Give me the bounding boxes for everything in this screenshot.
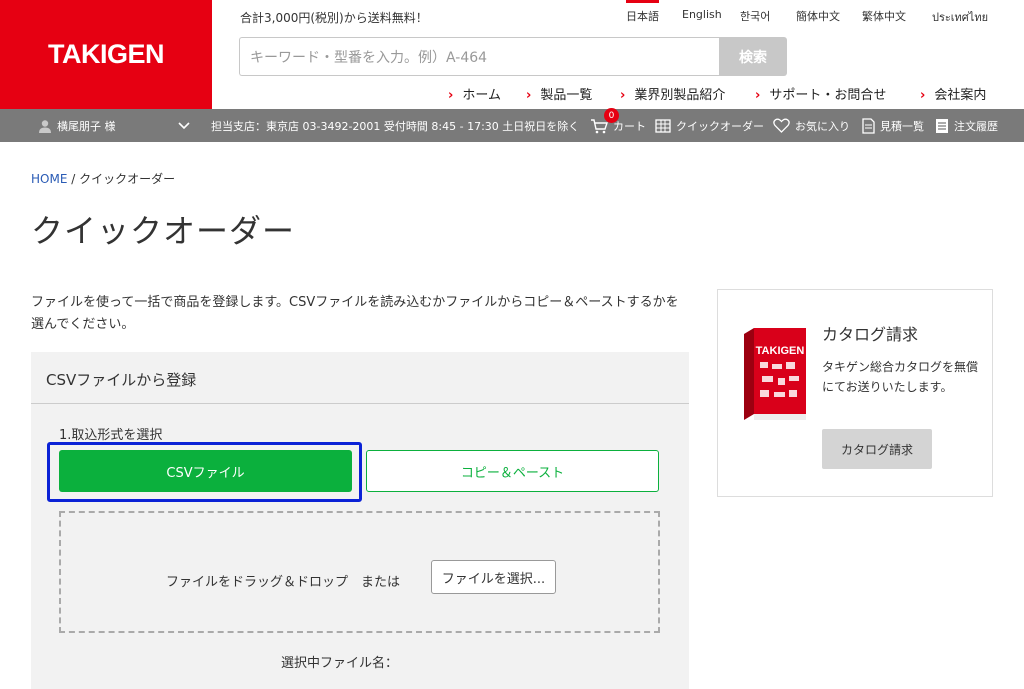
catalog-book-image: TAKIGEN <box>744 328 806 420</box>
nav-company[interactable]: › 会社案内 <box>920 84 986 103</box>
catalog-description: タキゲン総合カタログを無償にてお送りいたします。 <box>822 360 979 394</box>
lang-korean[interactable]: 한국어 <box>740 8 770 24</box>
catalog-request-card: TAKIGEN カタログ請求 タキゲン総合カタログを無償にてお送りいたします。 … <box>717 289 993 497</box>
nav-products-label: 製品一覧 <box>540 88 593 103</box>
nav-company-label: 会社案内 <box>934 88 987 103</box>
lang-traditional-chinese[interactable]: 繁体中文 <box>862 8 906 24</box>
breadcrumb: HOME / クイックオーダー <box>31 170 175 187</box>
nav-industries-label: 業界別製品紹介 <box>634 88 726 103</box>
search-input[interactable]: キーワード・型番を入力。例）A-464 <box>239 37 719 76</box>
grid-icon <box>655 118 671 133</box>
csv-panel-heading: CSVファイルから登録 <box>31 352 689 404</box>
search-button[interactable]: 検索 <box>719 37 787 76</box>
csv-import-panel: CSVファイルから登録 1.取込形式を選択 CSVファイル コピー＆ペースト フ… <box>31 352 689 689</box>
chevron-right-icon: › <box>755 88 761 103</box>
logo[interactable]: TAKIGEN <box>0 0 212 109</box>
logo-text: TAKIGEN <box>48 39 165 69</box>
free-shipping-notice: 合計3,000円(税別)から送料無料！ <box>240 11 428 25</box>
lang-english[interactable]: English <box>682 8 722 21</box>
choose-file-button[interactable]: ファイルを選択... <box>431 560 556 594</box>
search-bar: キーワード・型番を入力。例）A-464 検索 <box>239 37 787 76</box>
catalog-request-button[interactable]: カタログ請求 <box>822 429 932 469</box>
order-history-label: 注文履歴 <box>954 119 998 133</box>
catalog-book-brand: TAKIGEN <box>756 345 805 357</box>
chevron-right-icon: › <box>620 88 626 103</box>
cart-label: カート <box>613 119 646 133</box>
user-name: 横尾朋子 様 <box>57 119 116 133</box>
chevron-down-icon <box>178 121 190 129</box>
user-icon <box>39 119 51 133</box>
document-icon <box>862 117 875 134</box>
nav-home[interactable]: › ホーム <box>448 84 501 103</box>
quick-order-label: クイックオーダー <box>676 119 764 133</box>
cart-count-badge: 0 <box>604 108 619 123</box>
lang-thai[interactable]: ประเทศไทย <box>932 8 988 26</box>
chevron-right-icon: › <box>448 88 454 103</box>
user-menu[interactable]: 横尾朋子 様 <box>38 109 116 142</box>
estimates-label: 見積一覧 <box>880 119 924 133</box>
file-dropzone[interactable]: ファイルをドラッグ＆ドロップ または ファイルを選択... <box>59 511 660 633</box>
estimates-link[interactable]: 見積一覧 <box>862 109 924 142</box>
branch-info: 担当支店：東京店 03-3492-2001 受付時間 8:45 - 17:30 … <box>211 119 580 133</box>
user-bar: 横尾朋子 様 担当支店：東京店 03-3492-2001 受付時間 8:45 -… <box>0 109 1024 142</box>
lang-simplified-chinese[interactable]: 簡体中文 <box>796 8 840 24</box>
chevron-right-icon: › <box>920 88 926 103</box>
page-title: クイックオーダー <box>31 212 296 250</box>
receipt-icon <box>936 118 948 133</box>
order-history-link[interactable]: 注文履歴 <box>935 109 998 142</box>
heart-icon <box>773 118 790 133</box>
nav-industries[interactable]: › 業界別製品紹介 <box>620 84 725 103</box>
intro-text: ファイルを使って一括で商品を登録します。CSVファイルを読み込むかファイルからコ… <box>31 295 679 332</box>
csv-file-option-button[interactable]: CSVファイル <box>59 450 352 492</box>
selected-file-label: 選択中ファイル名： <box>281 656 399 671</box>
dropzone-text: ファイルをドラッグ＆ドロップ または <box>166 575 401 590</box>
lang-japanese[interactable]: 日本語 <box>626 0 659 24</box>
step-label: 1.取込形式を選択 <box>59 428 163 443</box>
catalog-title: カタログ請求 <box>822 325 919 344</box>
language-switcher: 日本語 English 한국어 簡体中文 繁体中文 ประเทศไทย <box>612 0 1024 30</box>
copy-paste-option-button[interactable]: コピー＆ペースト <box>366 450 659 492</box>
favorites-link[interactable]: お気に入り <box>773 109 850 142</box>
breadcrumb-home[interactable]: HOME <box>31 172 67 186</box>
nav-support-label: サポート・お問合せ <box>769 88 887 103</box>
nav-products[interactable]: › 製品一覧 <box>526 84 592 103</box>
quick-order-link[interactable]: クイックオーダー <box>655 109 764 142</box>
favorites-label: お気に入り <box>795 119 850 133</box>
chevron-right-icon: › <box>526 88 532 103</box>
breadcrumb-separator: / <box>71 172 76 186</box>
nav-support[interactable]: › サポート・お問合せ <box>755 84 886 103</box>
breadcrumb-current: クイックオーダー <box>79 172 176 186</box>
nav-home-label: ホーム <box>462 88 501 103</box>
user-menu-toggle[interactable] <box>178 109 195 142</box>
